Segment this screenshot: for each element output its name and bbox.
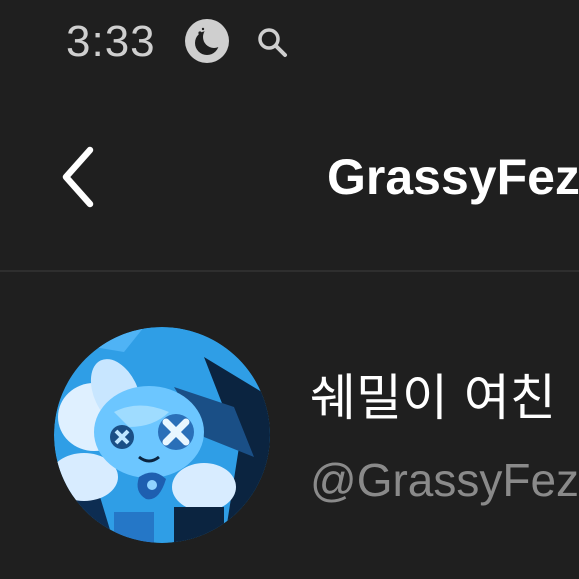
search-icon (258, 28, 287, 57)
page-title: GrassyFez (327, 149, 579, 205)
status-bar: 3:33 (0, 0, 579, 90)
status-time: 3:33 (66, 17, 156, 66)
screen: 3:33 GrassyFez 쉐밀이 여친 @GrassyFez (0, 0, 579, 579)
back-button[interactable] (54, 142, 104, 212)
profile-row[interactable]: 쉐밀이 여친 @GrassyFez (0, 272, 579, 579)
display-name: 쉐밀이 여친 (310, 369, 556, 427)
header: GrassyFez (0, 90, 579, 270)
avatar[interactable] (54, 327, 270, 543)
username-handle: @GrassyFez (310, 454, 579, 506)
moon-icon (185, 19, 229, 63)
